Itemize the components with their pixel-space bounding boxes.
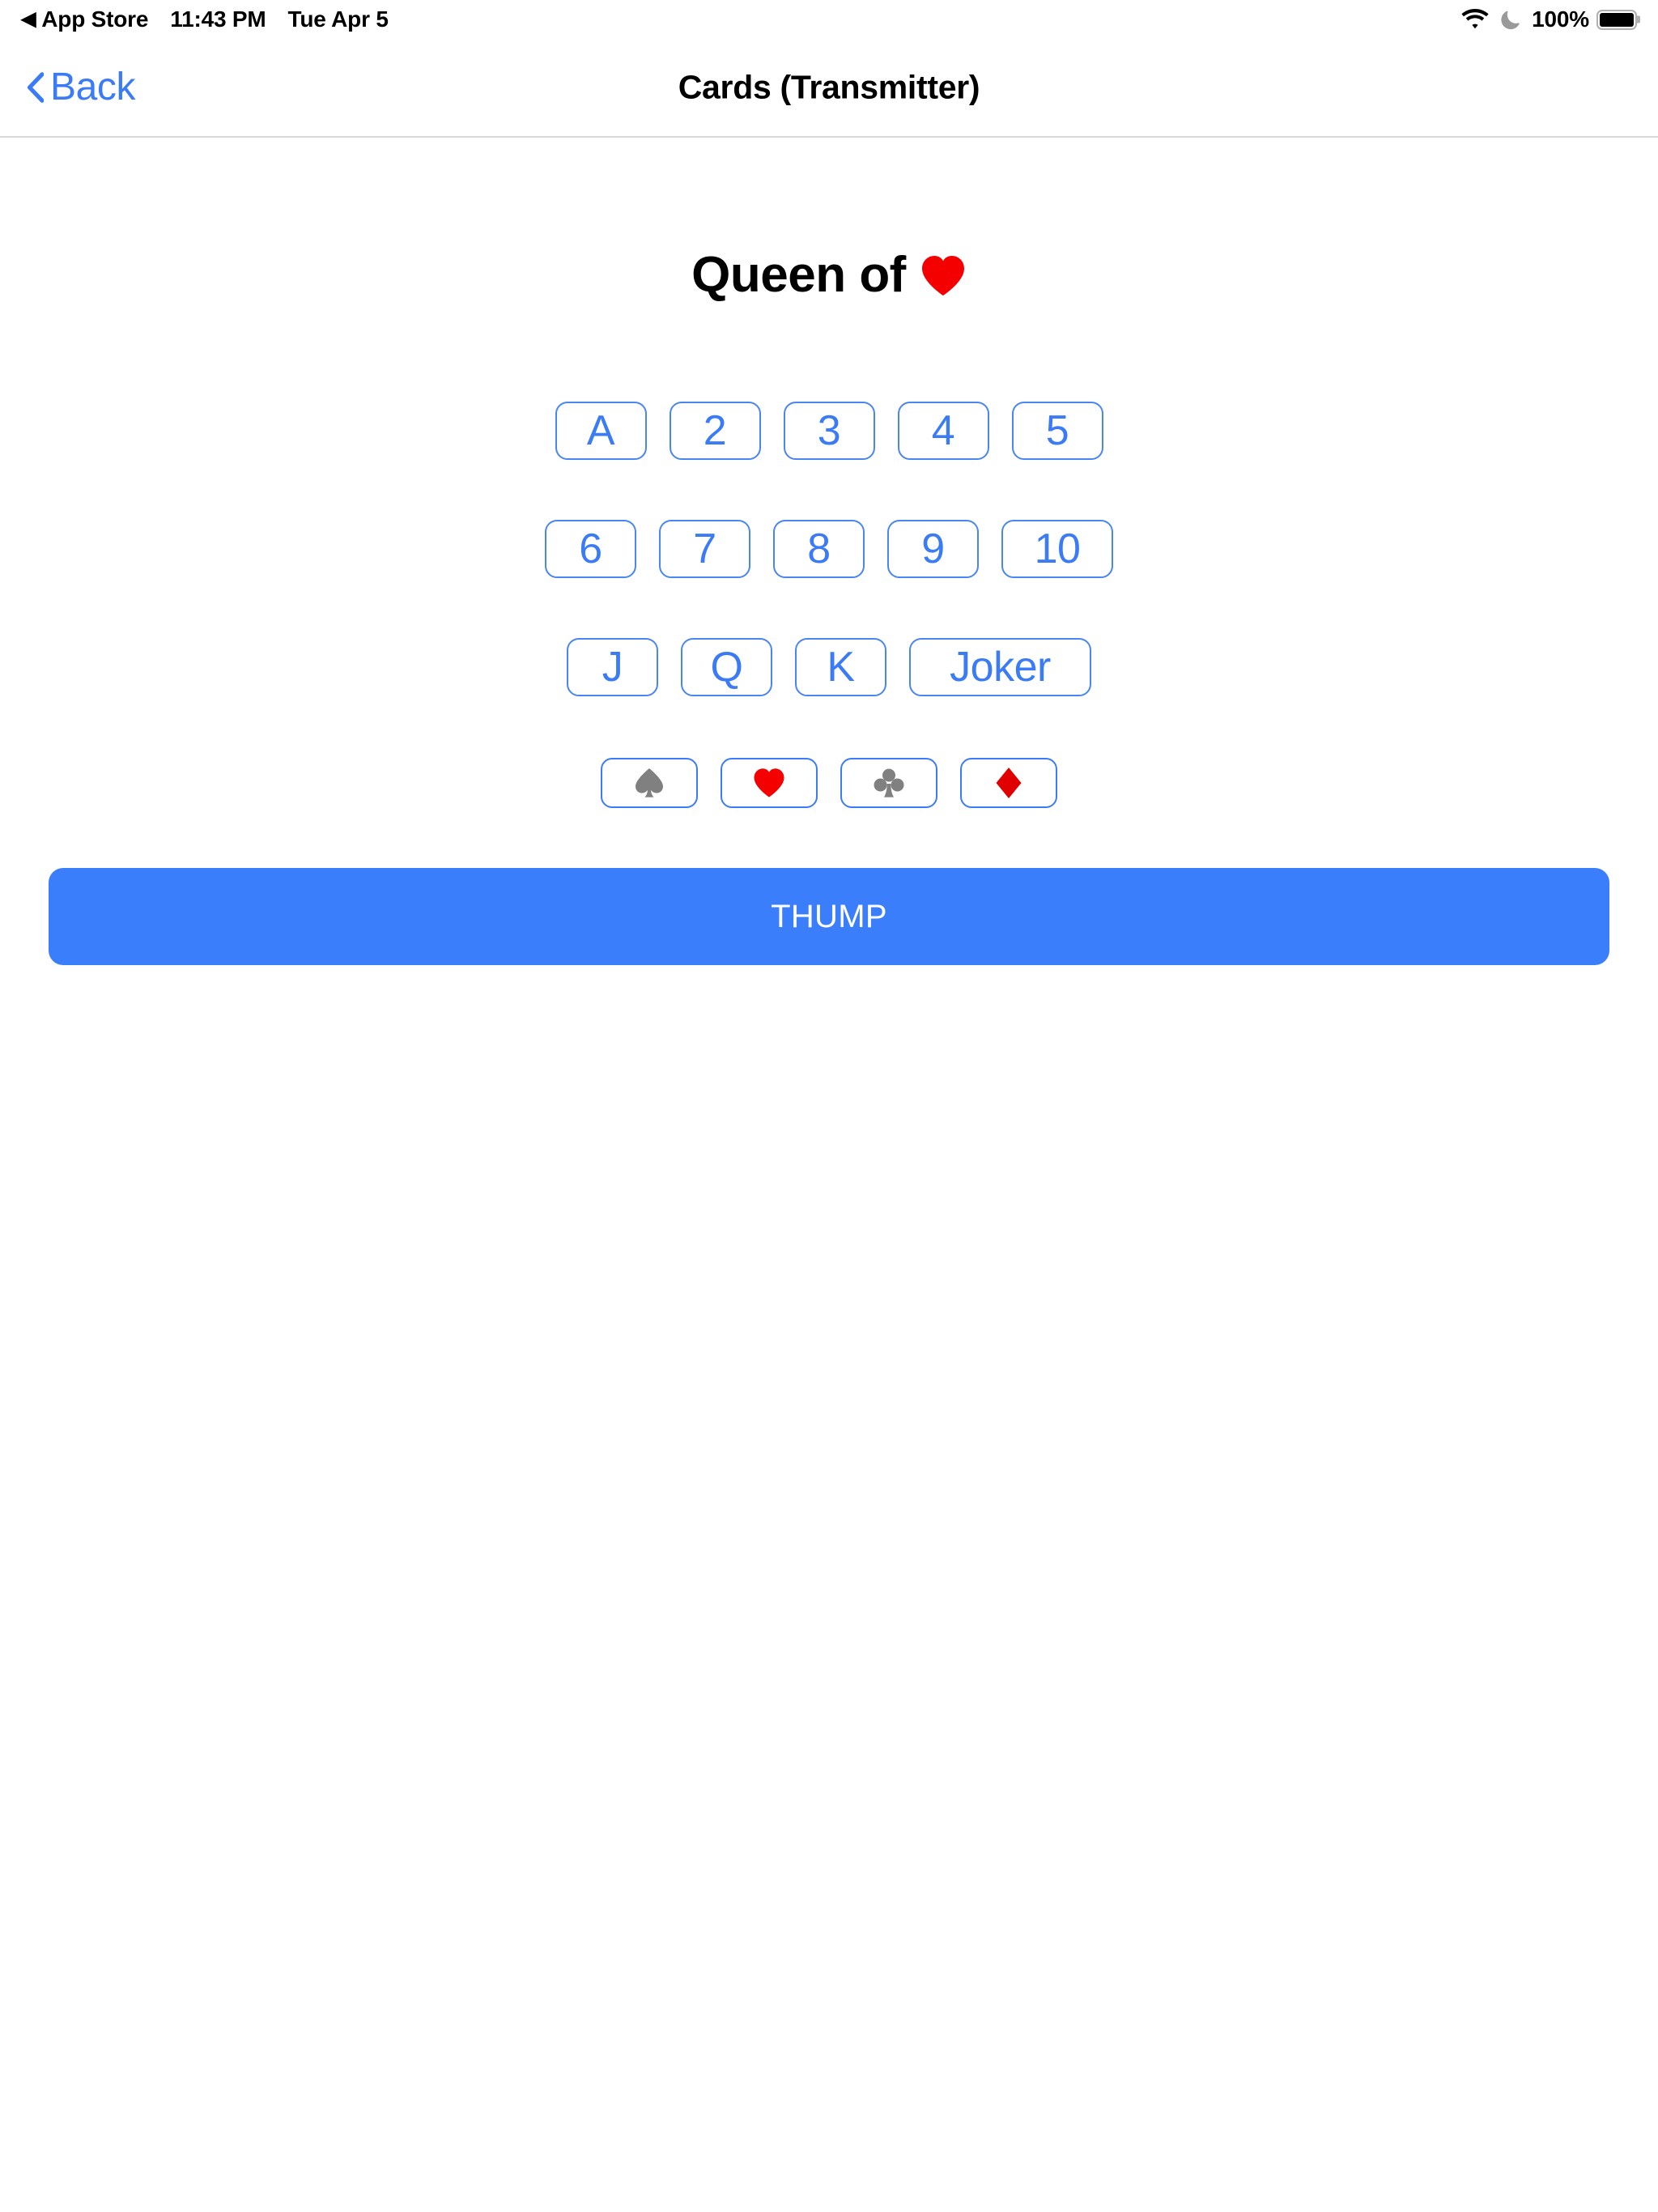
thump-button-container: THUMP	[0, 868, 1658, 965]
thump-button[interactable]: THUMP	[49, 868, 1609, 965]
diamond-suit-icon	[992, 766, 1026, 800]
spade-suit-icon	[632, 766, 666, 800]
status-bar-date: Tue Apr 5	[287, 6, 389, 32]
wifi-icon	[1461, 9, 1489, 30]
battery-cap	[1637, 15, 1640, 23]
status-bar-app-name[interactable]: App Store	[41, 6, 148, 32]
rank-button-k[interactable]: K	[795, 638, 886, 696]
moon-icon	[1500, 9, 1521, 30]
selected-card-rank-label: Queen of	[691, 246, 906, 303]
rank-button-q[interactable]: Q	[681, 638, 772, 696]
navigation-bar: Back Cards (Transmitter)	[0, 39, 1658, 138]
rank-button-7[interactable]: 7	[659, 520, 750, 578]
rank-button-5[interactable]: 5	[1011, 402, 1103, 460]
battery-percentage: 100%	[1532, 6, 1589, 32]
rank-button-4[interactable]: 4	[897, 402, 989, 460]
suit-button-club[interactable]	[840, 758, 937, 808]
heart-suit-icon	[920, 253, 967, 300]
status-back-arrow-icon[interactable]: ◀	[21, 10, 36, 29]
suit-button-diamond[interactable]	[960, 758, 1057, 808]
club-suit-icon	[872, 766, 906, 800]
battery-icon	[1596, 9, 1640, 30]
status-bar-right: 100%	[1461, 6, 1640, 32]
rank-button-row-3: J Q K Joker	[0, 638, 1658, 696]
suit-button-heart[interactable]	[721, 758, 818, 808]
rank-button-3[interactable]: 3	[783, 402, 875, 460]
rank-button-2[interactable]: 2	[669, 402, 761, 460]
rank-button-row-2: 6 7 8 9 10	[0, 520, 1658, 578]
rank-button-10[interactable]: 10	[1001, 520, 1113, 578]
rank-button-a[interactable]: A	[555, 402, 647, 460]
battery-fill	[1600, 12, 1634, 27]
selected-card-headline: Queen of	[0, 243, 1658, 306]
suit-button-row	[0, 758, 1658, 808]
rank-button-8[interactable]: 8	[773, 520, 865, 578]
rank-button-joker[interactable]: Joker	[909, 638, 1091, 696]
suit-button-spade[interactable]	[601, 758, 698, 808]
rank-button-row-1: A 2 3 4 5	[0, 402, 1658, 460]
heart-suit-icon	[752, 766, 786, 800]
status-bar-time: 11:43 PM	[170, 6, 266, 32]
status-bar-left: ◀ App Store 11:43 PM Tue Apr 5	[21, 6, 389, 32]
rank-button-9[interactable]: 9	[887, 520, 979, 578]
status-bar: ◀ App Store 11:43 PM Tue Apr 5 100%	[0, 0, 1658, 39]
rank-button-j[interactable]: J	[567, 638, 658, 696]
page-title: Cards (Transmitter)	[678, 68, 980, 106]
main-content: Queen of A 2 3 4 5 6 7 8 9 10 J Q K Joke…	[0, 243, 1658, 965]
rank-button-6[interactable]: 6	[545, 520, 636, 578]
